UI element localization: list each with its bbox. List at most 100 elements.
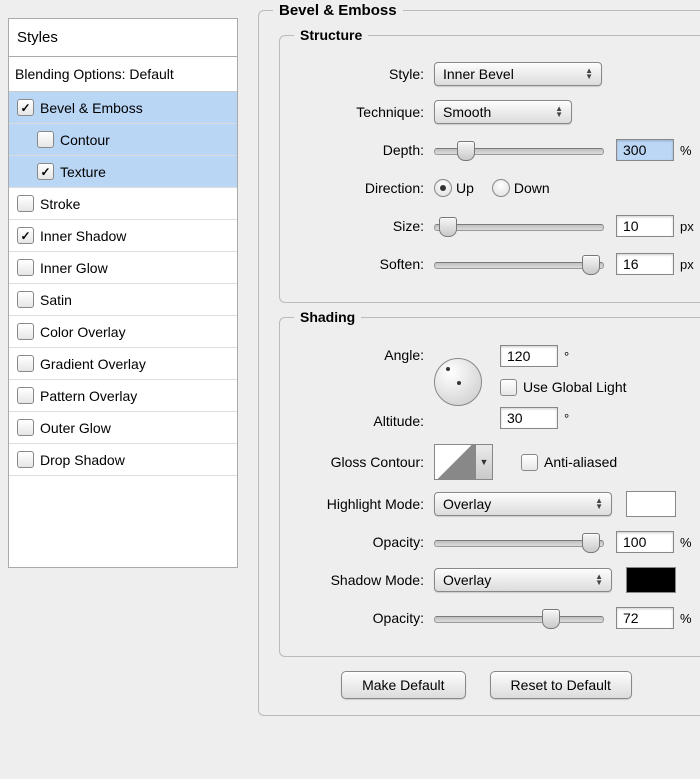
style-checkbox[interactable]: [17, 451, 34, 468]
style-checkbox[interactable]: [17, 227, 34, 244]
depth-slider[interactable]: [434, 141, 604, 159]
sidebar-title: Styles: [9, 19, 237, 57]
highlight-opacity-slider[interactable]: [434, 533, 604, 551]
style-checkbox[interactable]: [17, 291, 34, 308]
highlight-color-swatch[interactable]: [626, 491, 676, 517]
direction-up-label: Up: [456, 180, 474, 196]
global-light-checkbox[interactable]: [500, 379, 517, 396]
global-light-label: Use Global Light: [523, 379, 627, 395]
style-checkbox[interactable]: [37, 131, 54, 148]
altitude-input[interactable]: [500, 407, 558, 429]
size-slider[interactable]: [434, 217, 604, 235]
sidebar-item[interactable]: Texture: [9, 156, 237, 188]
gloss-contour-swatch[interactable]: [434, 444, 476, 480]
depth-input[interactable]: [616, 139, 674, 161]
sidebar-item[interactable]: Drop Shadow: [9, 444, 237, 476]
soften-slider[interactable]: [434, 255, 604, 273]
sidebar-item-label: Contour: [60, 132, 110, 148]
style-checkbox[interactable]: [17, 259, 34, 276]
style-select[interactable]: Inner Bevel ▲▼: [434, 62, 602, 86]
sidebar-item[interactable]: Color Overlay: [9, 316, 237, 348]
direction-down-label: Down: [514, 180, 550, 196]
structure-legend: Structure: [294, 27, 368, 43]
size-label: Size:: [294, 218, 434, 234]
select-arrows-icon: ▲▼: [585, 68, 593, 80]
direction-up-radio[interactable]: [434, 179, 452, 197]
sidebar-item-label: Texture: [60, 164, 106, 180]
blending-options-row[interactable]: Blending Options: Default: [9, 57, 237, 92]
structure-group: Structure Style: Inner Bevel ▲▼ Techniqu…: [279, 35, 700, 303]
gloss-contour-dropdown[interactable]: ▼: [476, 444, 493, 480]
sidebar-item[interactable]: Pattern Overlay: [9, 380, 237, 412]
select-arrows-icon: ▲▼: [595, 574, 603, 586]
sidebar-item-label: Pattern Overlay: [40, 388, 137, 404]
size-input[interactable]: [616, 215, 674, 237]
soften-input[interactable]: [616, 253, 674, 275]
percent-unit: %: [680, 611, 692, 626]
style-checkbox[interactable]: [17, 355, 34, 372]
altitude-unit: °: [564, 411, 569, 426]
shadow-mode-select[interactable]: Overlay ▲▼: [434, 568, 612, 592]
shadow-mode-value: Overlay: [443, 572, 491, 588]
highlight-opacity-label: Opacity:: [294, 534, 434, 550]
sidebar-item-label: Gradient Overlay: [40, 356, 146, 372]
style-checkbox[interactable]: [17, 195, 34, 212]
highlight-mode-value: Overlay: [443, 496, 491, 512]
style-checkbox[interactable]: [37, 163, 54, 180]
make-default-button[interactable]: Make Default: [341, 671, 465, 699]
technique-select[interactable]: Smooth ▲▼: [434, 100, 572, 124]
style-checkbox[interactable]: [17, 323, 34, 340]
style-checkbox[interactable]: [17, 387, 34, 404]
sidebar-item[interactable]: Gradient Overlay: [9, 348, 237, 380]
angle-dial[interactable]: [434, 358, 482, 406]
anti-aliased-label: Anti-aliased: [544, 454, 617, 470]
shading-group: Shading Angle: Altitude: °: [279, 317, 700, 657]
sidebar-item-label: Satin: [40, 292, 72, 308]
shadow-mode-label: Shadow Mode:: [294, 572, 434, 588]
styles-sidebar: Styles Blending Options: Default Bevel &…: [8, 18, 238, 568]
shading-legend: Shading: [294, 309, 361, 325]
highlight-opacity-input[interactable]: [616, 531, 674, 553]
style-checkbox[interactable]: [17, 419, 34, 436]
sidebar-item-label: Inner Shadow: [40, 228, 126, 244]
shadow-opacity-input[interactable]: [616, 607, 674, 629]
sidebar-item-label: Color Overlay: [40, 324, 126, 340]
size-unit: px: [680, 219, 694, 234]
soften-label: Soften:: [294, 256, 434, 272]
sidebar-item[interactable]: Satin: [9, 284, 237, 316]
reset-default-button[interactable]: Reset to Default: [490, 671, 632, 699]
sidebar-item-label: Stroke: [40, 196, 80, 212]
gloss-contour-label: Gloss Contour:: [294, 454, 434, 470]
sidebar-item-label: Drop Shadow: [40, 452, 125, 468]
shadow-opacity-slider[interactable]: [434, 609, 604, 627]
style-checkbox[interactable]: [17, 99, 34, 116]
technique-label: Technique:: [294, 104, 434, 120]
direction-down-radio[interactable]: [492, 179, 510, 197]
shadow-opacity-label: Opacity:: [294, 610, 434, 626]
depth-unit: %: [680, 143, 692, 158]
sidebar-item-label: Inner Glow: [40, 260, 108, 276]
altitude-label: Altitude:: [294, 408, 424, 434]
style-label: Style:: [294, 66, 434, 82]
soften-unit: px: [680, 257, 694, 272]
select-arrows-icon: ▲▼: [595, 498, 603, 510]
select-arrows-icon: ▲▼: [555, 106, 563, 118]
angle-unit: °: [564, 349, 569, 364]
direction-label: Direction:: [294, 180, 434, 196]
sidebar-item[interactable]: Outer Glow: [9, 412, 237, 444]
highlight-mode-select[interactable]: Overlay ▲▼: [434, 492, 612, 516]
sidebar-item[interactable]: Inner Glow: [9, 252, 237, 284]
angle-label: Angle:: [294, 342, 424, 368]
sidebar-item-label: Bevel & Emboss: [40, 100, 143, 116]
sidebar-item[interactable]: Stroke: [9, 188, 237, 220]
sidebar-item-label: Outer Glow: [40, 420, 111, 436]
sidebar-item[interactable]: Contour: [9, 124, 237, 156]
sidebar-item[interactable]: Inner Shadow: [9, 220, 237, 252]
depth-label: Depth:: [294, 142, 434, 158]
anti-aliased-checkbox[interactable]: [521, 454, 538, 471]
style-value: Inner Bevel: [443, 66, 514, 82]
angle-input[interactable]: [500, 345, 558, 367]
bevel-emboss-panel: Bevel & Emboss Structure Style: Inner Be…: [258, 10, 700, 716]
shadow-color-swatch[interactable]: [626, 567, 676, 593]
sidebar-item[interactable]: Bevel & Emboss: [9, 92, 237, 124]
